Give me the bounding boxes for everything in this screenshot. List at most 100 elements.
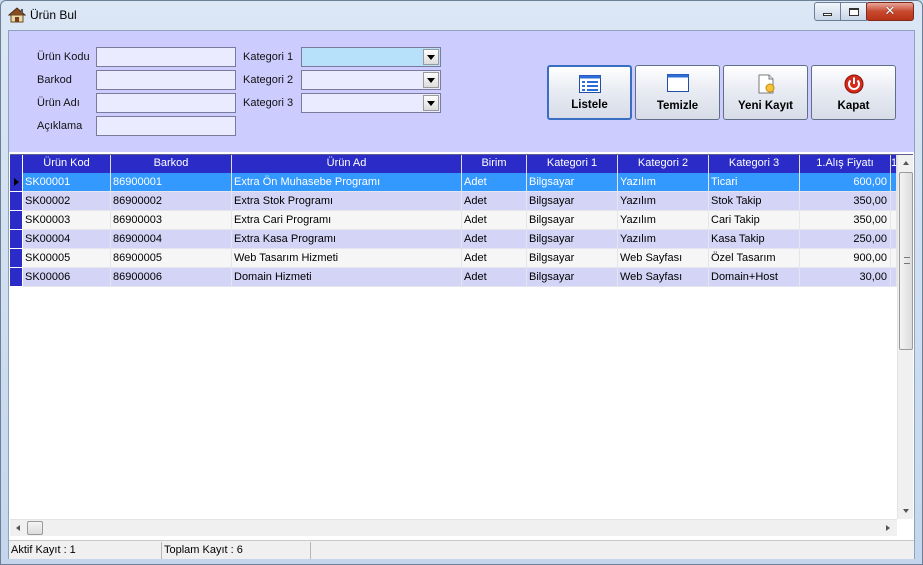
cell: Özel Tasarım (709, 249, 800, 268)
chevron-down-icon[interactable] (423, 49, 439, 65)
cell: 600,00 (800, 173, 891, 192)
row-selector[interactable] (10, 173, 23, 192)
horizontal-scrollbar[interactable] (10, 519, 897, 536)
kategori2-label: Kategori 2 (243, 74, 294, 86)
minimize-button[interactable] (814, 2, 841, 21)
grid-corner (10, 155, 23, 173)
column-header[interactable]: Barkod (111, 155, 232, 173)
cell: Adet (462, 249, 527, 268)
cell: Extra Kasa Programı (232, 230, 462, 249)
cell: Bilgsayar (527, 230, 618, 249)
cell: 86900002 (111, 192, 232, 211)
row-selector[interactable] (10, 211, 23, 230)
cell: 86900003 (111, 211, 232, 230)
column-header[interactable]: Ürün Ad (232, 155, 462, 173)
cell: Adet (462, 230, 527, 249)
cell: Cari Takip (709, 211, 800, 230)
cell: Domain Hizmeti (232, 268, 462, 287)
barkod-input[interactable] (96, 70, 236, 90)
column-header[interactable]: Kategori 3 (709, 155, 800, 173)
maximize-icon (848, 7, 859, 16)
cell: SK00004 (23, 230, 111, 249)
cell: Web Sayfası (618, 268, 709, 287)
temizle-button[interactable]: Temizle (635, 65, 720, 120)
scroll-right-arrow-icon[interactable] (880, 520, 896, 536)
horizontal-scroll-thumb[interactable] (27, 521, 43, 535)
cell: 350,00 (800, 211, 891, 230)
cell: 86900001 (111, 173, 232, 192)
chevron-down-icon[interactable] (423, 72, 439, 88)
row-selector[interactable] (10, 249, 23, 268)
table-row[interactable]: SK00002 86900002 Extra Stok Programı Ade… (10, 192, 897, 211)
kategori2-select[interactable] (301, 70, 441, 90)
cell: Kasa Takip (709, 230, 800, 249)
new-document-icon (758, 74, 774, 94)
urun-adi-input[interactable] (96, 93, 236, 113)
close-window-button[interactable]: ✕ (866, 2, 914, 21)
cell: Extra Stok Programı (232, 192, 462, 211)
title-bar[interactable]: Ürün Bul ✕ (1, 1, 922, 29)
cell: 900,00 (800, 249, 891, 268)
table-row[interactable]: SK00003 86900003 Extra Cari Programı Ade… (10, 211, 897, 230)
column-header[interactable]: Kategori 2 (618, 155, 709, 173)
kapat-button[interactable]: Kapat (811, 65, 896, 120)
cell: Adet (462, 173, 527, 192)
row-selector[interactable] (10, 192, 23, 211)
close-icon: ✕ (884, 4, 896, 19)
scroll-down-arrow-icon[interactable] (898, 503, 914, 519)
table-row[interactable]: SK00001 86900001 Extra Ön Muhasebe Progr… (10, 173, 897, 192)
table-row[interactable]: SK00005 86900005 Web Tasarım Hizmeti Ade… (10, 249, 897, 268)
cell: Adet (462, 211, 527, 230)
cell: Adet (462, 192, 527, 211)
client-area: Ürün Kodu Barkod Ürün Adı Açıklama Kateg… (8, 30, 915, 559)
urun-adi-label: Ürün Adı (37, 97, 80, 109)
kategori3-label: Kategori 3 (243, 97, 294, 109)
listele-button[interactable]: Listele (547, 65, 632, 120)
aciklama-input[interactable] (96, 116, 236, 136)
cell: SK00006 (23, 268, 111, 287)
urun-kodu-input[interactable] (96, 47, 236, 67)
cell: 86900006 (111, 268, 232, 287)
kategori1-label: Kategori 1 (243, 51, 294, 63)
grip-icon (904, 257, 910, 264)
yeni-kayit-label: Yeni Kayıt (738, 100, 793, 112)
yeni-kayit-button[interactable]: Yeni Kayıt (723, 65, 808, 120)
cell: Yazılım (618, 192, 709, 211)
vertical-scroll-thumb[interactable] (899, 172, 913, 350)
column-header[interactable]: Kategori 1 (527, 155, 618, 173)
aktif-kayit-status: Aktif Kayıt : 1 (10, 542, 162, 559)
barkod-label: Barkod (37, 74, 72, 86)
cell: Bilgsayar (527, 249, 618, 268)
table-row[interactable]: SK00006 86900006 Domain Hizmeti Adet Bil… (10, 268, 897, 287)
cell: SK00002 (23, 192, 111, 211)
temizle-label: Temizle (656, 100, 699, 112)
status-bar: Aktif Kayıt : 1 Toplam Kayıt : 6 (9, 540, 914, 559)
kategori3-select[interactable] (301, 93, 441, 113)
filter-panel: Ürün Kodu Barkod Ürün Adı Açıklama Kateg… (9, 31, 914, 152)
cell: Yazılım (618, 173, 709, 192)
cell: Extra Ön Muhasebe Programı (232, 173, 462, 192)
cell: 86900004 (111, 230, 232, 249)
vertical-scrollbar[interactable] (897, 155, 913, 519)
cell: Bilgsayar (527, 211, 618, 230)
urun-kodu-label: Ürün Kodu (37, 51, 90, 63)
scroll-up-arrow-icon[interactable] (898, 155, 914, 171)
table-row[interactable]: SK00004 86900004 Extra Kasa Programı Ade… (10, 230, 897, 249)
row-selector[interactable] (10, 230, 23, 249)
row-selector[interactable] (10, 268, 23, 287)
app-house-icon (8, 7, 26, 23)
column-header[interactable]: Birim (462, 155, 527, 173)
cell: Ticari (709, 173, 800, 192)
chevron-down-icon[interactable] (423, 95, 439, 111)
blank-window-icon (666, 74, 689, 92)
power-icon (844, 74, 863, 94)
product-grid[interactable]: Ürün Kod Barkod Ürün Ad Birim Kategori 1… (10, 154, 913, 540)
cell: Bilgsayar (527, 268, 618, 287)
scroll-left-arrow-icon[interactable] (10, 520, 26, 536)
kategori1-select[interactable] (301, 47, 441, 67)
column-header[interactable]: 1.Alış Fiyatı (800, 155, 891, 173)
column-header[interactable]: Ürün Kod (23, 155, 111, 173)
cell: Bilgsayar (527, 173, 618, 192)
maximize-button[interactable] (840, 2, 867, 21)
status-panel-empty (312, 542, 913, 559)
